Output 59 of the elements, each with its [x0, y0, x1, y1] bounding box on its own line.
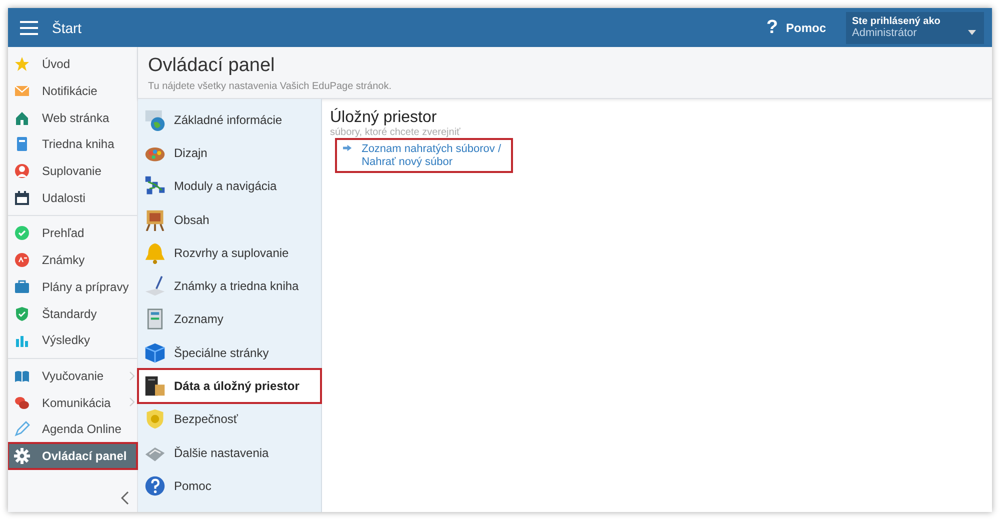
shield-icon	[14, 306, 30, 322]
settings-item[interactable]: Bezpečnosť	[138, 402, 321, 436]
arrow-icon	[343, 143, 352, 153]
pen-icon	[14, 421, 30, 438]
page-title: Štart	[52, 20, 83, 36]
sidebar-item[interactable]: Známky	[8, 246, 137, 274]
notebook-icon	[144, 275, 166, 298]
network-icon	[144, 175, 166, 198]
house-icon	[14, 110, 30, 126]
settings-item[interactable]: Rozvrhy a suplovanie	[138, 236, 321, 270]
sidebar-item[interactable]: Triedna kniha	[8, 131, 137, 158]
calendar-icon	[14, 190, 30, 206]
shield-icon	[144, 408, 166, 430]
settings-item[interactable]: Dizajn	[138, 136, 321, 170]
sidebar-item[interactable]: Web stránka	[8, 104, 137, 132]
check-icon	[14, 225, 30, 242]
sidebar-item[interactable]: Suplovanie	[8, 158, 137, 184]
settings-item[interactable]: Dáta a úložný priestor	[138, 369, 321, 403]
caret-icon	[968, 30, 976, 34]
settings-item[interactable]: Obsah	[138, 202, 321, 236]
help-icon: ?	[766, 16, 778, 38]
sidebar-item[interactable]: Vyučovanie	[8, 362, 137, 390]
help-icon	[144, 474, 166, 497]
cube-icon	[144, 342, 166, 364]
bell-icon	[144, 242, 166, 264]
section-subtitle: súbory, ktoré chcete zverejniť	[330, 127, 462, 138]
sidebar-item[interactable]: Komunikácia	[8, 389, 137, 416]
help-button[interactable]: ? Pomoc	[766, 16, 826, 38]
globe-icon	[144, 108, 166, 131]
files-link[interactable]: Zoznam nahratých súborov / Nahrať nový súbor	[362, 143, 505, 168]
menu-icon[interactable]	[20, 20, 38, 34]
sidebar-item[interactable]: Prehľad	[8, 220, 137, 247]
easel-icon	[144, 208, 166, 231]
settings-item[interactable]: Základné informácie	[138, 103, 321, 136]
sidebar-item[interactable]: Plány a prípravy	[8, 274, 137, 300]
server-icon	[144, 375, 166, 398]
settings-item[interactable]: Ďalšie nastavenia	[138, 436, 321, 470]
star-icon	[14, 56, 30, 72]
panel-title: Ovládací panel	[148, 55, 276, 77]
grade-icon	[14, 252, 30, 268]
book-icon	[14, 136, 30, 152]
sidebar-item[interactable]: Ovládací panel	[8, 442, 137, 470]
sidebar-item[interactable]: Agenda Online	[8, 416, 137, 443]
sidebar-item[interactable]: Štandardy	[8, 300, 137, 327]
sidebar-item[interactable]: Výsledky	[8, 326, 137, 354]
panel-subtitle: Tu nájdete všetky nastavenia Vašich EduPage stránok.	[148, 81, 392, 92]
settings-item[interactable]: Moduly a navigácia	[138, 170, 321, 203]
settings-item[interactable]: Známky a triedna kniha	[138, 269, 321, 303]
section-title: Úložný priestor	[330, 109, 438, 127]
chat-icon	[14, 394, 30, 411]
sidebar-item[interactable]: Notifikácie	[8, 78, 137, 104]
person-icon	[14, 163, 30, 180]
briefcase-icon	[14, 278, 30, 295]
sidebar-item[interactable]: Úvod	[8, 51, 137, 78]
settings-item[interactable]: Pomoc	[138, 469, 321, 503]
sidebar-item[interactable]: Udalosti	[8, 184, 137, 212]
user-dropdown[interactable]: Ste prihlásený ako Administrátor	[846, 12, 984, 44]
settings-icon	[14, 448, 30, 464]
settings-item[interactable]: Zoznamy	[138, 302, 321, 336]
